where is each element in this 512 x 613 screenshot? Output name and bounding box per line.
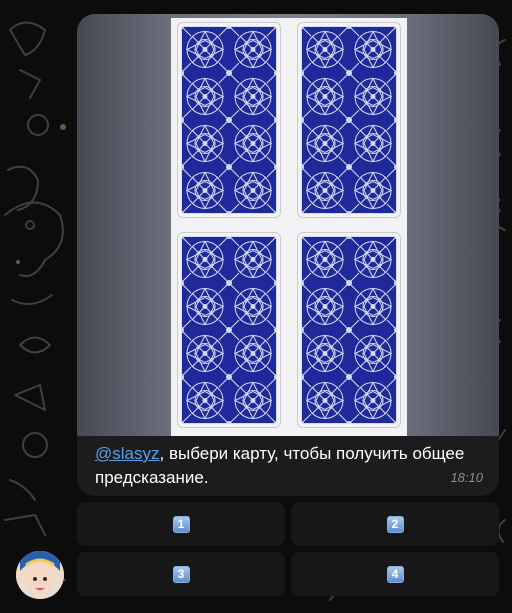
message-bubble: @slasyz, выбери карту, чтобы получить об… [77, 14, 499, 496]
keyboard-button-1[interactable]: 1 [77, 502, 285, 546]
keyboard-button-4[interactable]: 4 [291, 552, 499, 596]
message-time: 18:10 [450, 470, 483, 485]
tarot-cards-photo[interactable] [77, 14, 499, 436]
sender-avatar[interactable] [16, 551, 64, 599]
avatar-image [16, 551, 64, 599]
user-mention-link[interactable]: @slasyz [95, 444, 160, 463]
keycap-1-emoji: 1 [172, 515, 190, 533]
cards-sheet [171, 18, 407, 436]
message-caption: @slasyz, выбери карту, чтобы получить об… [95, 442, 485, 490]
keycap-3-emoji: 3 [172, 565, 190, 583]
tarot-card-back [297, 22, 401, 218]
tarot-card-back [177, 232, 281, 428]
tarot-card-back [297, 232, 401, 428]
keyboard-button-2[interactable]: 2 [291, 502, 499, 546]
keyboard-button-3[interactable]: 3 [77, 552, 285, 596]
keycap-2-emoji: 2 [386, 515, 404, 533]
tarot-card-back [177, 22, 281, 218]
keycap-4-emoji: 4 [386, 565, 404, 583]
